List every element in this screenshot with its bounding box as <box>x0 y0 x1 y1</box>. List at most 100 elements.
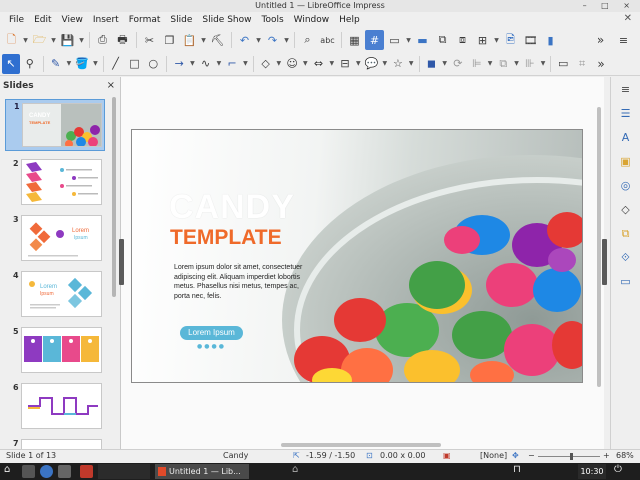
table-icon[interactable]: ⊞ <box>473 30 492 50</box>
copy-icon[interactable]: ❐ <box>160 30 179 50</box>
distribute-icon[interactable]: ⊪ <box>521 54 539 74</box>
slide-thumbnail[interactable]: 1 CANDY TEMPLATE <box>5 99 105 151</box>
select-icon[interactable]: ↖ <box>2 53 20 74</box>
chevron-down-icon[interactable]: ▼ <box>408 54 415 74</box>
flowchart-icon[interactable]: ⊟ <box>336 54 354 74</box>
crop-icon[interactable]: ⌗ <box>573 54 591 74</box>
slide-button-shape[interactable]: Lorem Ipsum <box>180 326 243 340</box>
line-color-icon[interactable]: ✎ <box>47 54 65 74</box>
tray-arrow-icon[interactable]: ⌂ <box>292 464 298 475</box>
menu-help[interactable]: Help <box>334 12 365 28</box>
slide-transition-icon[interactable]: ⧉ <box>617 225 634 242</box>
chevron-down-icon[interactable]: ▼ <box>78 30 85 50</box>
slide-title[interactable]: CANDY <box>169 188 295 227</box>
chevron-down-icon[interactable]: ▼ <box>22 30 29 50</box>
zoom-slider[interactable] <box>538 456 600 457</box>
helplines-icon[interactable]: # <box>365 30 384 50</box>
menu-view[interactable]: View <box>57 12 88 28</box>
open-icon[interactable]: 🗁 <box>30 30 49 50</box>
curve-icon[interactable]: ∿ <box>197 54 215 74</box>
collapse-slides-pane-handle[interactable] <box>119 239 124 285</box>
shadow-3d-icon[interactable]: ◼ <box>422 54 440 74</box>
chevron-down-icon[interactable]: ▼ <box>487 54 494 74</box>
chevron-down-icon[interactable]: ▼ <box>276 54 283 74</box>
chevron-down-icon[interactable]: ▼ <box>92 54 99 74</box>
chevron-down-icon[interactable]: ▼ <box>242 54 249 74</box>
language[interactable]: [None] <box>480 451 507 460</box>
zoom-in-icon[interactable]: + <box>603 451 610 460</box>
slide-thumbnail[interactable]: 5 <box>0 325 114 377</box>
current-slide[interactable]: CANDY TEMPLATE Lorem ipsum dolor sit ame… <box>131 129 583 383</box>
new-icon[interactable]: 🗋 <box>2 30 21 50</box>
rotate-icon[interactable]: ⟳ <box>449 54 467 74</box>
display-views-icon[interactable]: ▭ <box>385 30 404 50</box>
redo-icon[interactable]: ↷ <box>263 30 282 50</box>
close-icon[interactable]: × <box>107 77 115 95</box>
file-manager-icon[interactable] <box>22 465 35 478</box>
slide-subtitle[interactable]: TEMPLATE <box>170 226 282 250</box>
undo-icon[interactable]: ↶ <box>235 30 254 50</box>
chevron-down-icon[interactable]: ▼ <box>355 54 362 74</box>
document-modified-icon[interactable]: ▣ <box>443 451 451 460</box>
impress-icon[interactable] <box>80 465 93 478</box>
shapes-icon[interactable]: ◇ <box>617 201 634 218</box>
chevron-down-icon[interactable]: ▼ <box>255 30 262 50</box>
slide-thumbnail[interactable]: 3 Lorem Ipsum <box>0 213 114 265</box>
zoom-icon[interactable]: ⚲ <box>21 54 39 74</box>
terminal-icon[interactable] <box>58 465 71 478</box>
menu-insert[interactable]: Insert <box>88 12 124 28</box>
chevron-down-icon[interactable]: ▼ <box>328 54 335 74</box>
slides-scrollbar[interactable] <box>112 95 117 445</box>
media-icon[interactable]: 🎞 <box>521 30 540 50</box>
chevron-down-icon[interactable]: ▼ <box>216 54 223 74</box>
chevron-down-icon[interactable]: ▼ <box>540 54 547 74</box>
menu-window[interactable]: Window <box>289 12 335 28</box>
window-controls[interactable]: – □ × <box>583 0 636 12</box>
menu-slide-show[interactable]: Slide Show <box>197 12 256 28</box>
master-slide-icon[interactable]: ▬ <box>413 30 432 50</box>
export-pdf-icon[interactable]: ⎙ <box>93 30 112 50</box>
power-icon[interactable]: ⏻ <box>614 464 622 475</box>
chevron-down-icon[interactable]: ▼ <box>381 54 388 74</box>
animation-icon[interactable]: ⟐ <box>617 249 634 266</box>
clone-formatting-icon[interactable]: ⛏ <box>208 30 227 50</box>
close-document-icon[interactable]: ✕ <box>624 13 632 24</box>
chevron-down-icon[interactable]: ▼ <box>302 54 309 74</box>
collapse-sidebar-handle[interactable] <box>602 239 607 285</box>
browser-icon[interactable] <box>40 465 53 478</box>
menu-slide[interactable]: Slide <box>165 12 197 28</box>
properties-icon[interactable]: ☰ <box>617 105 634 122</box>
chevron-down-icon[interactable]: ▼ <box>441 54 448 74</box>
chevron-down-icon[interactable]: ▼ <box>513 54 520 74</box>
slide-thumbnail[interactable]: 2 <box>0 157 114 209</box>
workspace-switcher[interactable] <box>98 464 150 479</box>
chevron-down-icon[interactable]: ▼ <box>493 30 500 50</box>
line-icon[interactable]: ╱ <box>107 54 125 74</box>
basic-shapes-icon[interactable]: ◇ <box>257 54 275 74</box>
menu-file[interactable]: File <box>4 12 29 28</box>
chevron-down-icon[interactable]: ▼ <box>200 30 207 50</box>
align-icon[interactable]: ⊫ <box>468 54 486 74</box>
network-icon[interactable]: ⊓ <box>513 464 521 475</box>
arrange-icon[interactable]: ⧉ <box>494 54 512 74</box>
canvas-vertical-scrollbar[interactable] <box>596 77 602 449</box>
connector-icon[interactable]: ⌐ <box>223 54 241 74</box>
menu-icon[interactable]: ≡ <box>614 30 633 50</box>
taskbar-window-button[interactable]: Untitled 1 — Lib... <box>155 464 249 479</box>
slide-thumbnail[interactable]: 4 Lorem Ipsum <box>0 269 114 321</box>
menu-format[interactable]: Format <box>124 12 166 28</box>
chevron-down-icon[interactable]: ▼ <box>50 30 57 50</box>
spelling-icon[interactable]: abc <box>318 30 337 50</box>
start-from-current-icon[interactable]: ⧈ <box>453 30 472 50</box>
menu-edit[interactable]: Edit <box>29 12 56 28</box>
more-options-icon[interactable]: » <box>592 54 610 74</box>
start-menu-icon[interactable]: ⌂ <box>4 464 10 475</box>
clock[interactable]: 10:30 <box>578 464 606 479</box>
slide-thumbnail[interactable]: 6 <box>0 381 114 433</box>
grid-icon[interactable]: ▦ <box>345 30 364 50</box>
chevron-down-icon[interactable]: ▼ <box>189 54 196 74</box>
block-arrows-icon[interactable]: ⇔ <box>310 54 328 74</box>
ellipse-icon[interactable]: ○ <box>144 54 162 74</box>
slide-thumbnail[interactable]: 7 <box>0 437 114 449</box>
slide-body-text[interactable]: Lorem ipsum dolor sit amet, consectetuer… <box>174 263 309 301</box>
